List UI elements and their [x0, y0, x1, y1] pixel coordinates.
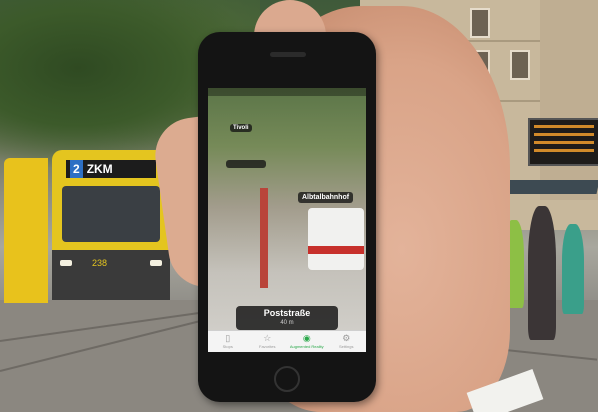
tab-settings[interactable]: ⚙ Settings	[327, 331, 367, 352]
poi-distance: 40 m	[280, 320, 294, 326]
stop-pole	[260, 188, 268, 288]
ar-poi-card[interactable]: Poststraße 40 m	[236, 306, 338, 336]
street-scene: 2 ZKM 238 Tivoli Albtalbahnhof Poststraße…	[0, 0, 598, 412]
tram-destination: ZKM	[86, 162, 113, 176]
tram-left	[4, 158, 48, 303]
tab-stops[interactable]: ▯ Stops	[208, 331, 248, 352]
ar-label-secondary[interactable]	[226, 160, 266, 168]
phone-screen: Tivoli Albtalbahnhof Poststraße 40 m ▯ St…	[208, 88, 366, 352]
tower	[540, 0, 598, 200]
tram-on-screen	[308, 208, 364, 270]
star-icon: ☆	[263, 333, 272, 343]
earpiece	[270, 52, 306, 57]
pedestrian	[562, 224, 584, 314]
tram-fleet-id: 238	[92, 258, 108, 268]
tram-destination-sign: 2 ZKM	[66, 160, 156, 178]
pedestrian	[528, 206, 556, 340]
tab-favorites[interactable]: ☆ Favorites	[248, 331, 288, 352]
departure-board	[528, 118, 598, 166]
stops-icon: ▯	[225, 333, 231, 343]
tab-augmented-reality[interactable]: ◉ Augmented Reality	[287, 331, 327, 352]
poi-name: Poststraße	[263, 308, 311, 318]
tram-line-number: 2	[70, 160, 83, 178]
tab-bar: ▯ Stops ☆ Favorites ◉ Augmented Reality ⚙ Se…	[208, 330, 366, 352]
home-button[interactable]	[274, 366, 300, 392]
status-bar	[208, 88, 366, 96]
eye-icon: ◉	[302, 333, 311, 343]
tram: 2 ZKM 238	[52, 150, 170, 300]
ar-label-albtalbahnhof[interactable]: Albtalbahnhof	[298, 192, 354, 203]
ar-label-tivoli[interactable]: Tivoli	[230, 124, 252, 132]
tram-windshield	[62, 186, 160, 242]
smartphone: Tivoli Albtalbahnhof Poststraße 40 m ▯ St…	[198, 32, 376, 402]
gear-icon: ⚙	[342, 333, 351, 343]
